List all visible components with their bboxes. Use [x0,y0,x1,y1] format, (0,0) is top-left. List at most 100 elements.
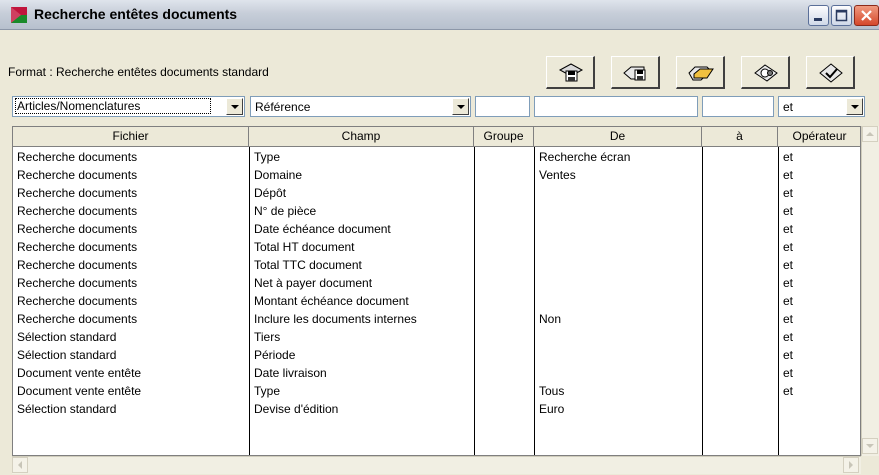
cell-champ[interactable]: Dépôt [254,184,472,202]
save-as-format-button[interactable] [611,56,660,89]
cell-champ[interactable]: Inclure les documents internes [254,310,472,328]
cell-fichier[interactable]: Recherche documents [17,238,247,256]
chevron-down-icon[interactable] [226,98,243,115]
cell-de[interactable] [539,184,699,202]
cell-fichier[interactable]: Document vente entête [17,364,247,382]
cell-groupe[interactable] [478,328,532,346]
cell-operateur[interactable]: et [783,274,859,292]
cell-fichier[interactable]: Recherche documents [17,274,247,292]
cell-champ[interactable]: Date échéance document [254,220,472,238]
cell-champ[interactable]: Date livraison [254,364,472,382]
operateur-select[interactable]: et [778,96,865,117]
cell-fichier[interactable]: Recherche documents [17,310,247,328]
refresh-format-button[interactable] [741,56,790,89]
scroll-down-button[interactable] [862,438,878,454]
cell-a[interactable] [706,328,776,346]
cell-de[interactable] [539,346,699,364]
criteria-table[interactable]: Fichier Champ Groupe De à Opérateur Rech… [12,126,861,456]
cell-operateur[interactable]: et [783,328,859,346]
cell-operateur[interactable]: et [783,382,859,400]
cell-fichier[interactable]: Recherche documents [17,202,247,220]
column-header-groupe[interactable]: Groupe [474,127,534,147]
cell-de[interactable] [539,274,699,292]
cell-operateur[interactable]: et [783,202,859,220]
cell-a[interactable] [706,364,776,382]
cell-fichier[interactable]: Recherche documents [17,166,247,184]
cell-champ[interactable]: Devise d'édition [254,400,472,418]
cell-groupe[interactable] [478,148,532,166]
column-header-fichier[interactable]: Fichier [13,127,249,147]
cell-a[interactable] [706,220,776,238]
cell-groupe[interactable] [478,220,532,238]
maximize-button[interactable] [831,5,852,26]
cell-groupe[interactable] [478,166,532,184]
cell-operateur[interactable]: et [783,166,859,184]
cell-operateur[interactable]: et [783,364,859,382]
groupe-input[interactable] [475,96,530,117]
cell-a[interactable] [706,202,776,220]
cell-a[interactable] [706,148,776,166]
cell-de[interactable] [539,328,699,346]
cell-operateur[interactable]: et [783,256,859,274]
cell-de[interactable] [539,220,699,238]
cell-champ[interactable]: Total TTC document [254,256,472,274]
cell-a[interactable] [706,184,776,202]
cell-groupe[interactable] [478,274,532,292]
cell-a[interactable] [706,292,776,310]
cell-champ[interactable]: Type [254,382,472,400]
cell-a[interactable] [706,166,776,184]
cell-fichier[interactable]: Recherche documents [17,220,247,238]
vertical-scrollbar[interactable] [861,126,879,456]
cell-operateur[interactable]: et [783,220,859,238]
validate-button[interactable] [806,56,855,89]
column-header-a[interactable]: à [702,127,778,147]
cell-groupe[interactable] [478,292,532,310]
cell-a[interactable] [706,310,776,328]
cell-a[interactable] [706,274,776,292]
cell-de[interactable] [539,292,699,310]
cell-de[interactable]: Ventes [539,166,699,184]
open-format-button[interactable] [676,56,725,89]
cell-a[interactable] [706,346,776,364]
cell-champ[interactable]: Total HT document [254,238,472,256]
fichier-select[interactable]: Articles/Nomenclatures [12,96,245,117]
cell-a[interactable] [706,238,776,256]
cell-groupe[interactable] [478,400,532,418]
cell-champ[interactable]: Montant échéance document [254,292,472,310]
cell-de[interactable]: Recherche écran [539,148,699,166]
a-input[interactable] [702,96,774,117]
cell-champ[interactable]: Tiers [254,328,472,346]
cell-champ[interactable]: Période [254,346,472,364]
cell-fichier[interactable]: Recherche documents [17,184,247,202]
cell-de[interactable] [539,238,699,256]
resize-grip[interactable] [861,456,879,474]
cell-a[interactable] [706,382,776,400]
cell-groupe[interactable] [478,310,532,328]
cell-operateur[interactable]: et [783,184,859,202]
cell-fichier[interactable]: Sélection standard [17,346,247,364]
chevron-down-icon[interactable] [846,98,863,115]
cell-a[interactable] [706,256,776,274]
cell-fichier[interactable]: Recherche documents [17,292,247,310]
scroll-right-button[interactable] [843,457,859,473]
cell-groupe[interactable] [478,256,532,274]
cell-de[interactable]: Tous [539,382,699,400]
cell-fichier[interactable]: Recherche documents [17,256,247,274]
cell-groupe[interactable] [478,364,532,382]
cell-operateur[interactable] [783,400,859,418]
cell-champ[interactable]: Domaine [254,166,472,184]
column-header-champ[interactable]: Champ [249,127,474,147]
scroll-up-button[interactable] [862,126,878,142]
cell-de[interactable] [539,364,699,382]
column-header-operateur[interactable]: Opérateur [778,127,860,147]
cell-de[interactable] [539,202,699,220]
scroll-left-button[interactable] [12,457,28,473]
minimize-button[interactable] [808,5,829,26]
cell-a[interactable] [706,400,776,418]
cell-operateur[interactable]: et [783,238,859,256]
cell-fichier[interactable]: Sélection standard [17,400,247,418]
cell-de[interactable] [539,256,699,274]
cell-champ[interactable]: Net à payer document [254,274,472,292]
cell-groupe[interactable] [478,346,532,364]
cell-operateur[interactable]: et [783,310,859,328]
